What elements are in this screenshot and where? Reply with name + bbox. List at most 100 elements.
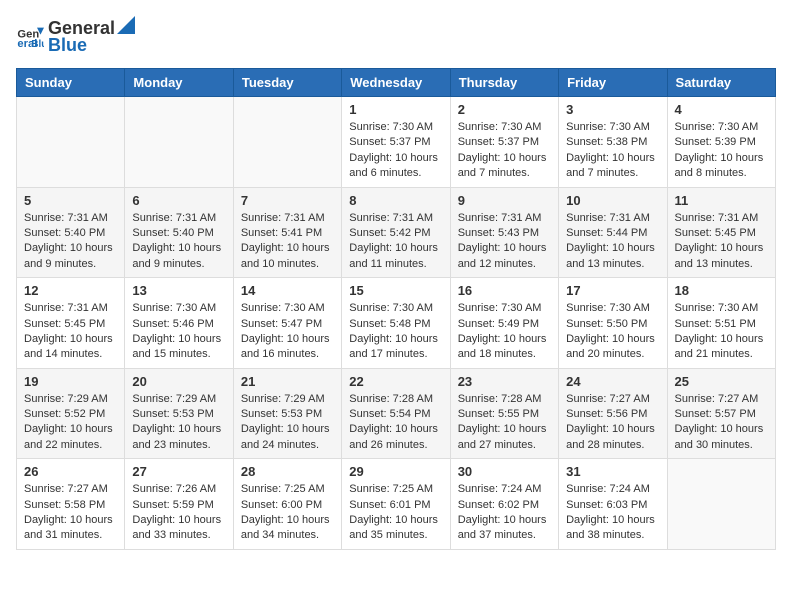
day-number: 29 (349, 464, 442, 479)
calendar-week-row: 26 Sunrise: 7:27 AMSunset: 5:58 PMDayligh… (17, 459, 776, 550)
day-number: 3 (566, 102, 659, 117)
day-info: Sunrise: 7:25 AMSunset: 6:01 PMDaylight:… (349, 482, 442, 544)
day-number: 17 (566, 283, 659, 298)
calendar-week-row: 5 Sunrise: 7:31 AMSunset: 5:40 PMDaylight… (17, 187, 776, 278)
header-day-wednesday: Wednesday (342, 69, 450, 97)
day-info: Sunrise: 7:30 AMSunset: 5:37 PMDaylight:… (458, 120, 551, 182)
day-number: 30 (458, 464, 551, 479)
day-info: Sunrise: 7:29 AMSunset: 5:52 PMDaylight:… (24, 392, 117, 454)
day-number: 16 (458, 283, 551, 298)
calendar-cell: 7 Sunrise: 7:31 AMSunset: 5:41 PMDaylight… (233, 187, 341, 278)
calendar-cell: 12Sunrise: 7:31 AMSunset: 5:45 PMDayligh… (17, 278, 125, 369)
calendar-week-row: 19 Sunrise: 7:29 AMSunset: 5:52 PMDayligh… (17, 368, 776, 459)
day-info: Sunrise: 7:31 AMSunset: 5:45 PMDaylight:… (675, 211, 768, 273)
day-info: Sunrise: 7:29 AMSunset: 5:53 PMDaylight:… (241, 392, 334, 454)
day-number: 10 (566, 193, 659, 208)
logo-icon: Gen eral Blue (16, 22, 44, 50)
day-number: 14 (241, 283, 334, 298)
day-number: 1 (349, 102, 442, 117)
day-info: Sunrise: 7:31 AMSunset: 5:40 PMDaylight:… (132, 211, 225, 273)
calendar-cell: 24 Sunrise: 7:27 AMSunset: 5:56 PMDayligh… (559, 368, 667, 459)
logo: Gen eral Blue General Blue (16, 16, 137, 56)
calendar-cell: 3 Sunrise: 7:30 AMSunset: 5:38 PMDaylight… (559, 97, 667, 188)
day-number: 15 (349, 283, 442, 298)
day-number: 7 (241, 193, 334, 208)
day-number: 2 (458, 102, 551, 117)
day-info: Sunrise: 7:24 AMSunset: 6:02 PMDaylight:… (458, 482, 551, 544)
calendar-cell: 20 Sunrise: 7:29 AMSunset: 5:53 PMDayligh… (125, 368, 233, 459)
calendar-cell: 27 Sunrise: 7:26 AMSunset: 5:59 PMDayligh… (125, 459, 233, 550)
day-number: 19 (24, 374, 117, 389)
header-day-sunday: Sunday (17, 69, 125, 97)
calendar-cell: 18 Sunrise: 7:30 AMSunset: 5:51 PMDayligh… (667, 278, 775, 369)
calendar-week-row: 12Sunrise: 7:31 AMSunset: 5:45 PMDayligh… (17, 278, 776, 369)
day-number: 5 (24, 193, 117, 208)
day-info: Sunrise: 7:30 AMSunset: 5:49 PMDaylight:… (458, 301, 551, 363)
day-info: Sunrise: 7:30 AMSunset: 5:48 PMDaylight:… (349, 301, 442, 363)
day-info: Sunrise: 7:31 AMSunset: 5:41 PMDaylight:… (241, 211, 334, 273)
day-number: 26 (24, 464, 117, 479)
day-info: Sunrise: 7:28 AMSunset: 5:55 PMDaylight:… (458, 392, 551, 454)
header-day-thursday: Thursday (450, 69, 558, 97)
day-info: Sunrise: 7:30 AMSunset: 5:51 PMDaylight:… (675, 301, 768, 363)
calendar-cell: 17 Sunrise: 7:30 AMSunset: 5:50 PMDayligh… (559, 278, 667, 369)
calendar-cell: 23 Sunrise: 7:28 AMSunset: 5:55 PMDayligh… (450, 368, 558, 459)
day-info: Sunrise: 7:24 AMSunset: 6:03 PMDaylight:… (566, 482, 659, 544)
day-info: Sunrise: 7:30 AMSunset: 5:50 PMDaylight:… (566, 301, 659, 363)
calendar-cell (17, 97, 125, 188)
header: Gen eral Blue General Blue (16, 16, 776, 56)
calendar-cell: 31 Sunrise: 7:24 AMSunset: 6:03 PMDayligh… (559, 459, 667, 550)
calendar-cell: 15 Sunrise: 7:30 AMSunset: 5:48 PMDayligh… (342, 278, 450, 369)
header-day-saturday: Saturday (667, 69, 775, 97)
calendar-cell: 16 Sunrise: 7:30 AMSunset: 5:49 PMDayligh… (450, 278, 558, 369)
day-number: 23 (458, 374, 551, 389)
calendar-cell: 10 Sunrise: 7:31 AMSunset: 5:44 PMDayligh… (559, 187, 667, 278)
calendar-cell: 6 Sunrise: 7:31 AMSunset: 5:40 PMDaylight… (125, 187, 233, 278)
day-info: Sunrise: 7:26 AMSunset: 5:59 PMDaylight:… (132, 482, 225, 544)
calendar-cell (125, 97, 233, 188)
day-number: 18 (675, 283, 768, 298)
day-number: 22 (349, 374, 442, 389)
calendar-cell: 4 Sunrise: 7:30 AMSunset: 5:39 PMDaylight… (667, 97, 775, 188)
calendar: SundayMondayTuesdayWednesdayThursdayFrid… (16, 68, 776, 550)
calendar-cell: 13Sunrise: 7:30 AMSunset: 5:46 PMDayligh… (125, 278, 233, 369)
calendar-cell: 25Sunrise: 7:27 AMSunset: 5:57 PMDayligh… (667, 368, 775, 459)
day-info: Sunrise: 7:31 AMSunset: 5:43 PMDaylight:… (458, 211, 551, 273)
header-day-friday: Friday (559, 69, 667, 97)
header-day-monday: Monday (125, 69, 233, 97)
day-info: Sunrise: 7:27 AMSunset: 5:56 PMDaylight:… (566, 392, 659, 454)
calendar-week-row: 1 Sunrise: 7:30 AMSunset: 5:37 PMDaylight… (17, 97, 776, 188)
logo-triangle-icon (117, 16, 135, 34)
day-number: 21 (241, 374, 334, 389)
day-number: 24 (566, 374, 659, 389)
day-number: 11 (675, 193, 768, 208)
day-info: Sunrise: 7:31 AMSunset: 5:44 PMDaylight:… (566, 211, 659, 273)
day-number: 4 (675, 102, 768, 117)
day-info: Sunrise: 7:31 AMSunset: 5:45 PMDaylight:… (24, 301, 117, 363)
calendar-cell: 5 Sunrise: 7:31 AMSunset: 5:40 PMDaylight… (17, 187, 125, 278)
day-info: Sunrise: 7:30 AMSunset: 5:37 PMDaylight:… (349, 120, 442, 182)
day-info: Sunrise: 7:31 AMSunset: 5:40 PMDaylight:… (24, 211, 117, 273)
calendar-cell: 28Sunrise: 7:25 AMSunset: 6:00 PMDayligh… (233, 459, 341, 550)
day-number: 31 (566, 464, 659, 479)
day-number: 20 (132, 374, 225, 389)
calendar-cell: 21 Sunrise: 7:29 AMSunset: 5:53 PMDayligh… (233, 368, 341, 459)
calendar-cell: 2 Sunrise: 7:30 AMSunset: 5:37 PMDaylight… (450, 97, 558, 188)
day-info: Sunrise: 7:30 AMSunset: 5:38 PMDaylight:… (566, 120, 659, 182)
header-day-tuesday: Tuesday (233, 69, 341, 97)
day-number: 28 (241, 464, 334, 479)
day-number: 9 (458, 193, 551, 208)
svg-text:Blue: Blue (31, 39, 44, 50)
day-number: 6 (132, 193, 225, 208)
day-info: Sunrise: 7:27 AMSunset: 5:57 PMDaylight:… (675, 392, 768, 454)
calendar-cell: 22 Sunrise: 7:28 AMSunset: 5:54 PMDayligh… (342, 368, 450, 459)
calendar-cell (667, 459, 775, 550)
calendar-cell (233, 97, 341, 188)
day-number: 8 (349, 193, 442, 208)
day-info: Sunrise: 7:30 AMSunset: 5:39 PMDaylight:… (675, 120, 768, 182)
day-number: 13 (132, 283, 225, 298)
day-info: Sunrise: 7:27 AMSunset: 5:58 PMDaylight:… (24, 482, 117, 544)
day-info: Sunrise: 7:28 AMSunset: 5:54 PMDaylight:… (349, 392, 442, 454)
day-info: Sunrise: 7:29 AMSunset: 5:53 PMDaylight:… (132, 392, 225, 454)
day-number: 27 (132, 464, 225, 479)
